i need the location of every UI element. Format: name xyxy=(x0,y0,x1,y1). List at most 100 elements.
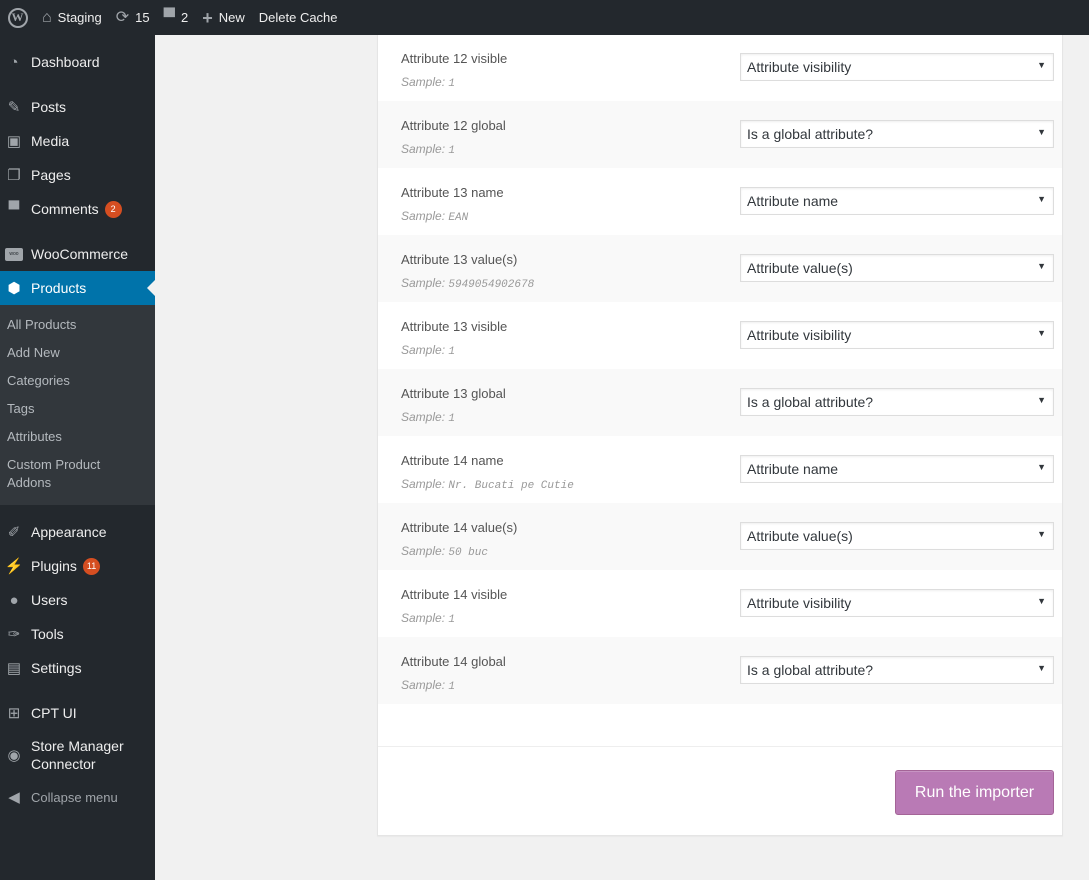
speech-bubble-icon: ▀ xyxy=(163,8,175,26)
select-value: Attribute value(s) xyxy=(747,528,853,544)
comments-link[interactable]: ▀ 2 xyxy=(157,0,196,35)
submenu-custom-product-addons[interactable]: Custom Product Addons xyxy=(0,451,110,497)
menu-label: Plugins xyxy=(31,558,77,574)
mapping-row: Attribute 13 visible Sample: 1 Attribute v… xyxy=(378,302,1062,369)
select-value: Is a global attribute? xyxy=(747,126,874,142)
wrench-icon: ✑ xyxy=(7,626,21,643)
menu-store-manager-connector[interactable]: ◉ Store Manager Connector xyxy=(0,730,155,780)
wordpress-logo-icon[interactable]: W xyxy=(0,0,35,35)
menu-label: Media xyxy=(31,133,70,149)
products-submenu: All Products Add New Categories Tags Att… xyxy=(0,305,155,505)
menu-label: WooCommerce xyxy=(31,246,128,262)
submenu-tags[interactable]: Tags xyxy=(0,395,155,423)
column-label: Attribute 14 value(s) xyxy=(401,520,518,535)
menu-pages[interactable]: ❐ Pages xyxy=(0,158,155,192)
site-name-link[interactable]: ⌂ Staging xyxy=(35,0,109,35)
sample-value: Sample: 1 xyxy=(401,611,455,626)
menu-cpt-ui[interactable]: ⊞ CPT UI xyxy=(0,696,155,730)
mapping-table: Attribute 12 value(s)Sample: 220VAttribu… xyxy=(378,9,1062,704)
sample-prefix: Sample: xyxy=(401,276,446,290)
sample-prefix: Sample: xyxy=(401,477,446,491)
sample-prefix: Sample: xyxy=(401,611,446,625)
dropdown-arrow-icon: ▼ xyxy=(1037,328,1046,338)
run-importer-button[interactable]: Run the importer xyxy=(895,770,1054,815)
menu-dashboard[interactable]: ◔ Dashboard xyxy=(0,45,155,79)
submenu-attributes[interactable]: Attributes xyxy=(0,423,155,451)
submenu-all-products[interactable]: All Products xyxy=(0,311,155,339)
grid-icon: ⊞ xyxy=(7,705,21,722)
dropdown-arrow-icon: ▼ xyxy=(1037,395,1046,405)
column-label: Attribute 13 global xyxy=(401,386,506,401)
sample-prefix: Sample: xyxy=(401,678,446,692)
comment-icon: ▀ xyxy=(8,200,20,218)
map-to-field-select[interactable]: Attribute value(s) ▼ xyxy=(740,254,1054,282)
map-to-field-select[interactable]: Is a global attribute? ▼ xyxy=(740,656,1054,684)
submenu-categories[interactable]: Categories xyxy=(0,367,155,395)
sample-prefix: Sample: xyxy=(401,544,446,558)
map-to-field-select[interactable]: Attribute visibility ▼ xyxy=(740,321,1054,349)
collapse-menu-button[interactable]: ◀ Collapse menu xyxy=(0,780,155,814)
dropdown-arrow-icon: ▼ xyxy=(1037,127,1046,137)
column-label: Attribute 12 global xyxy=(401,118,506,133)
refresh-icon: ⟳ xyxy=(115,8,130,26)
plug-icon: ⚡ xyxy=(4,558,24,575)
updates-link[interactable]: ⟳ 15 xyxy=(109,0,157,35)
menu-comments[interactable]: ▀ Comments 2 xyxy=(0,192,155,226)
menu-label: Collapse menu xyxy=(31,789,118,805)
dropdown-arrow-icon: ▼ xyxy=(1037,261,1046,271)
submenu-add-new[interactable]: Add New xyxy=(0,339,155,367)
map-to-field-select[interactable]: Attribute visibility ▼ xyxy=(740,589,1054,617)
menu-label: Tools xyxy=(31,626,64,642)
sample-text: 1 xyxy=(448,78,455,90)
menu-tools[interactable]: ✑ Tools xyxy=(0,617,155,651)
menu-label: Pages xyxy=(31,167,71,183)
menu-label: Store Manager Connector xyxy=(31,738,124,772)
sample-text: 1 xyxy=(448,413,455,425)
menu-posts[interactable]: ✎ Posts xyxy=(0,90,155,124)
site-name: Staging xyxy=(57,10,102,25)
menu-label: Posts xyxy=(31,99,67,115)
sample-prefix: Sample: xyxy=(401,75,446,89)
sample-value: Sample: 50 buc xyxy=(401,544,488,559)
menu-media[interactable]: ▣ Media xyxy=(0,124,155,158)
map-to-field-select[interactable]: Is a global attribute? ▼ xyxy=(740,120,1054,148)
sample-text: 1 xyxy=(448,145,455,157)
sample-value: Sample: 1 xyxy=(401,75,455,90)
select-value: Attribute visibility xyxy=(747,327,852,343)
column-label: Attribute 14 global xyxy=(401,654,506,669)
menu-label: Users xyxy=(31,592,68,608)
menu-appearance[interactable]: ✐ Appearance xyxy=(0,515,155,549)
menu-plugins[interactable]: ⚡ Plugins 11 xyxy=(0,549,155,583)
map-to-field-select[interactable]: Is a global attribute? ▼ xyxy=(740,388,1054,416)
paintbrush-icon: ✐ xyxy=(7,524,21,541)
pushpin-icon: ✎ xyxy=(7,99,21,116)
mapping-row: Attribute 13 name Sample: EAN Attribute na… xyxy=(378,168,1062,235)
dashboard-icon: ◔ xyxy=(9,53,19,71)
sample-value: Sample: 1 xyxy=(401,142,455,157)
menu-products[interactable]: ⬢ Products xyxy=(0,271,155,305)
menu-label: Comments xyxy=(31,201,99,217)
dropdown-arrow-icon: ▼ xyxy=(1037,529,1046,539)
map-to-field-select[interactable]: Attribute name ▼ xyxy=(740,187,1054,215)
sample-text: 50 buc xyxy=(448,547,488,559)
menu-label: Dashboard xyxy=(31,54,100,70)
menu-settings[interactable]: ▤ Settings xyxy=(0,651,155,685)
mapping-row: Attribute 12 global Sample: 1 Is a global … xyxy=(378,101,1062,168)
menu-label: Appearance xyxy=(31,524,107,540)
select-value: Attribute value(s) xyxy=(747,260,853,276)
menu-label: Products xyxy=(31,280,87,296)
map-to-field-select[interactable]: Attribute name ▼ xyxy=(740,455,1054,483)
sample-value: Sample: 5949054902678 xyxy=(401,276,534,291)
mapping-row: Attribute 14 name Sample: Nr. Bucati pe C… xyxy=(378,436,1062,503)
new-content-link[interactable]: + New xyxy=(195,0,252,35)
column-label: Attribute 13 name xyxy=(401,185,504,200)
sample-text: 1 xyxy=(448,681,455,693)
menu-users[interactable]: ● Users xyxy=(0,583,155,617)
map-to-field-select[interactable]: Attribute value(s) ▼ xyxy=(740,522,1054,550)
delete-cache-link[interactable]: Delete Cache xyxy=(252,0,345,35)
menu-woocommerce[interactable]: woo WooCommerce xyxy=(0,237,155,271)
sample-text: 1 xyxy=(448,614,455,626)
menu-label: CPT UI xyxy=(31,705,77,721)
map-to-field-select[interactable]: Attribute visibility ▼ xyxy=(740,53,1054,81)
sample-prefix: Sample: xyxy=(401,209,446,223)
